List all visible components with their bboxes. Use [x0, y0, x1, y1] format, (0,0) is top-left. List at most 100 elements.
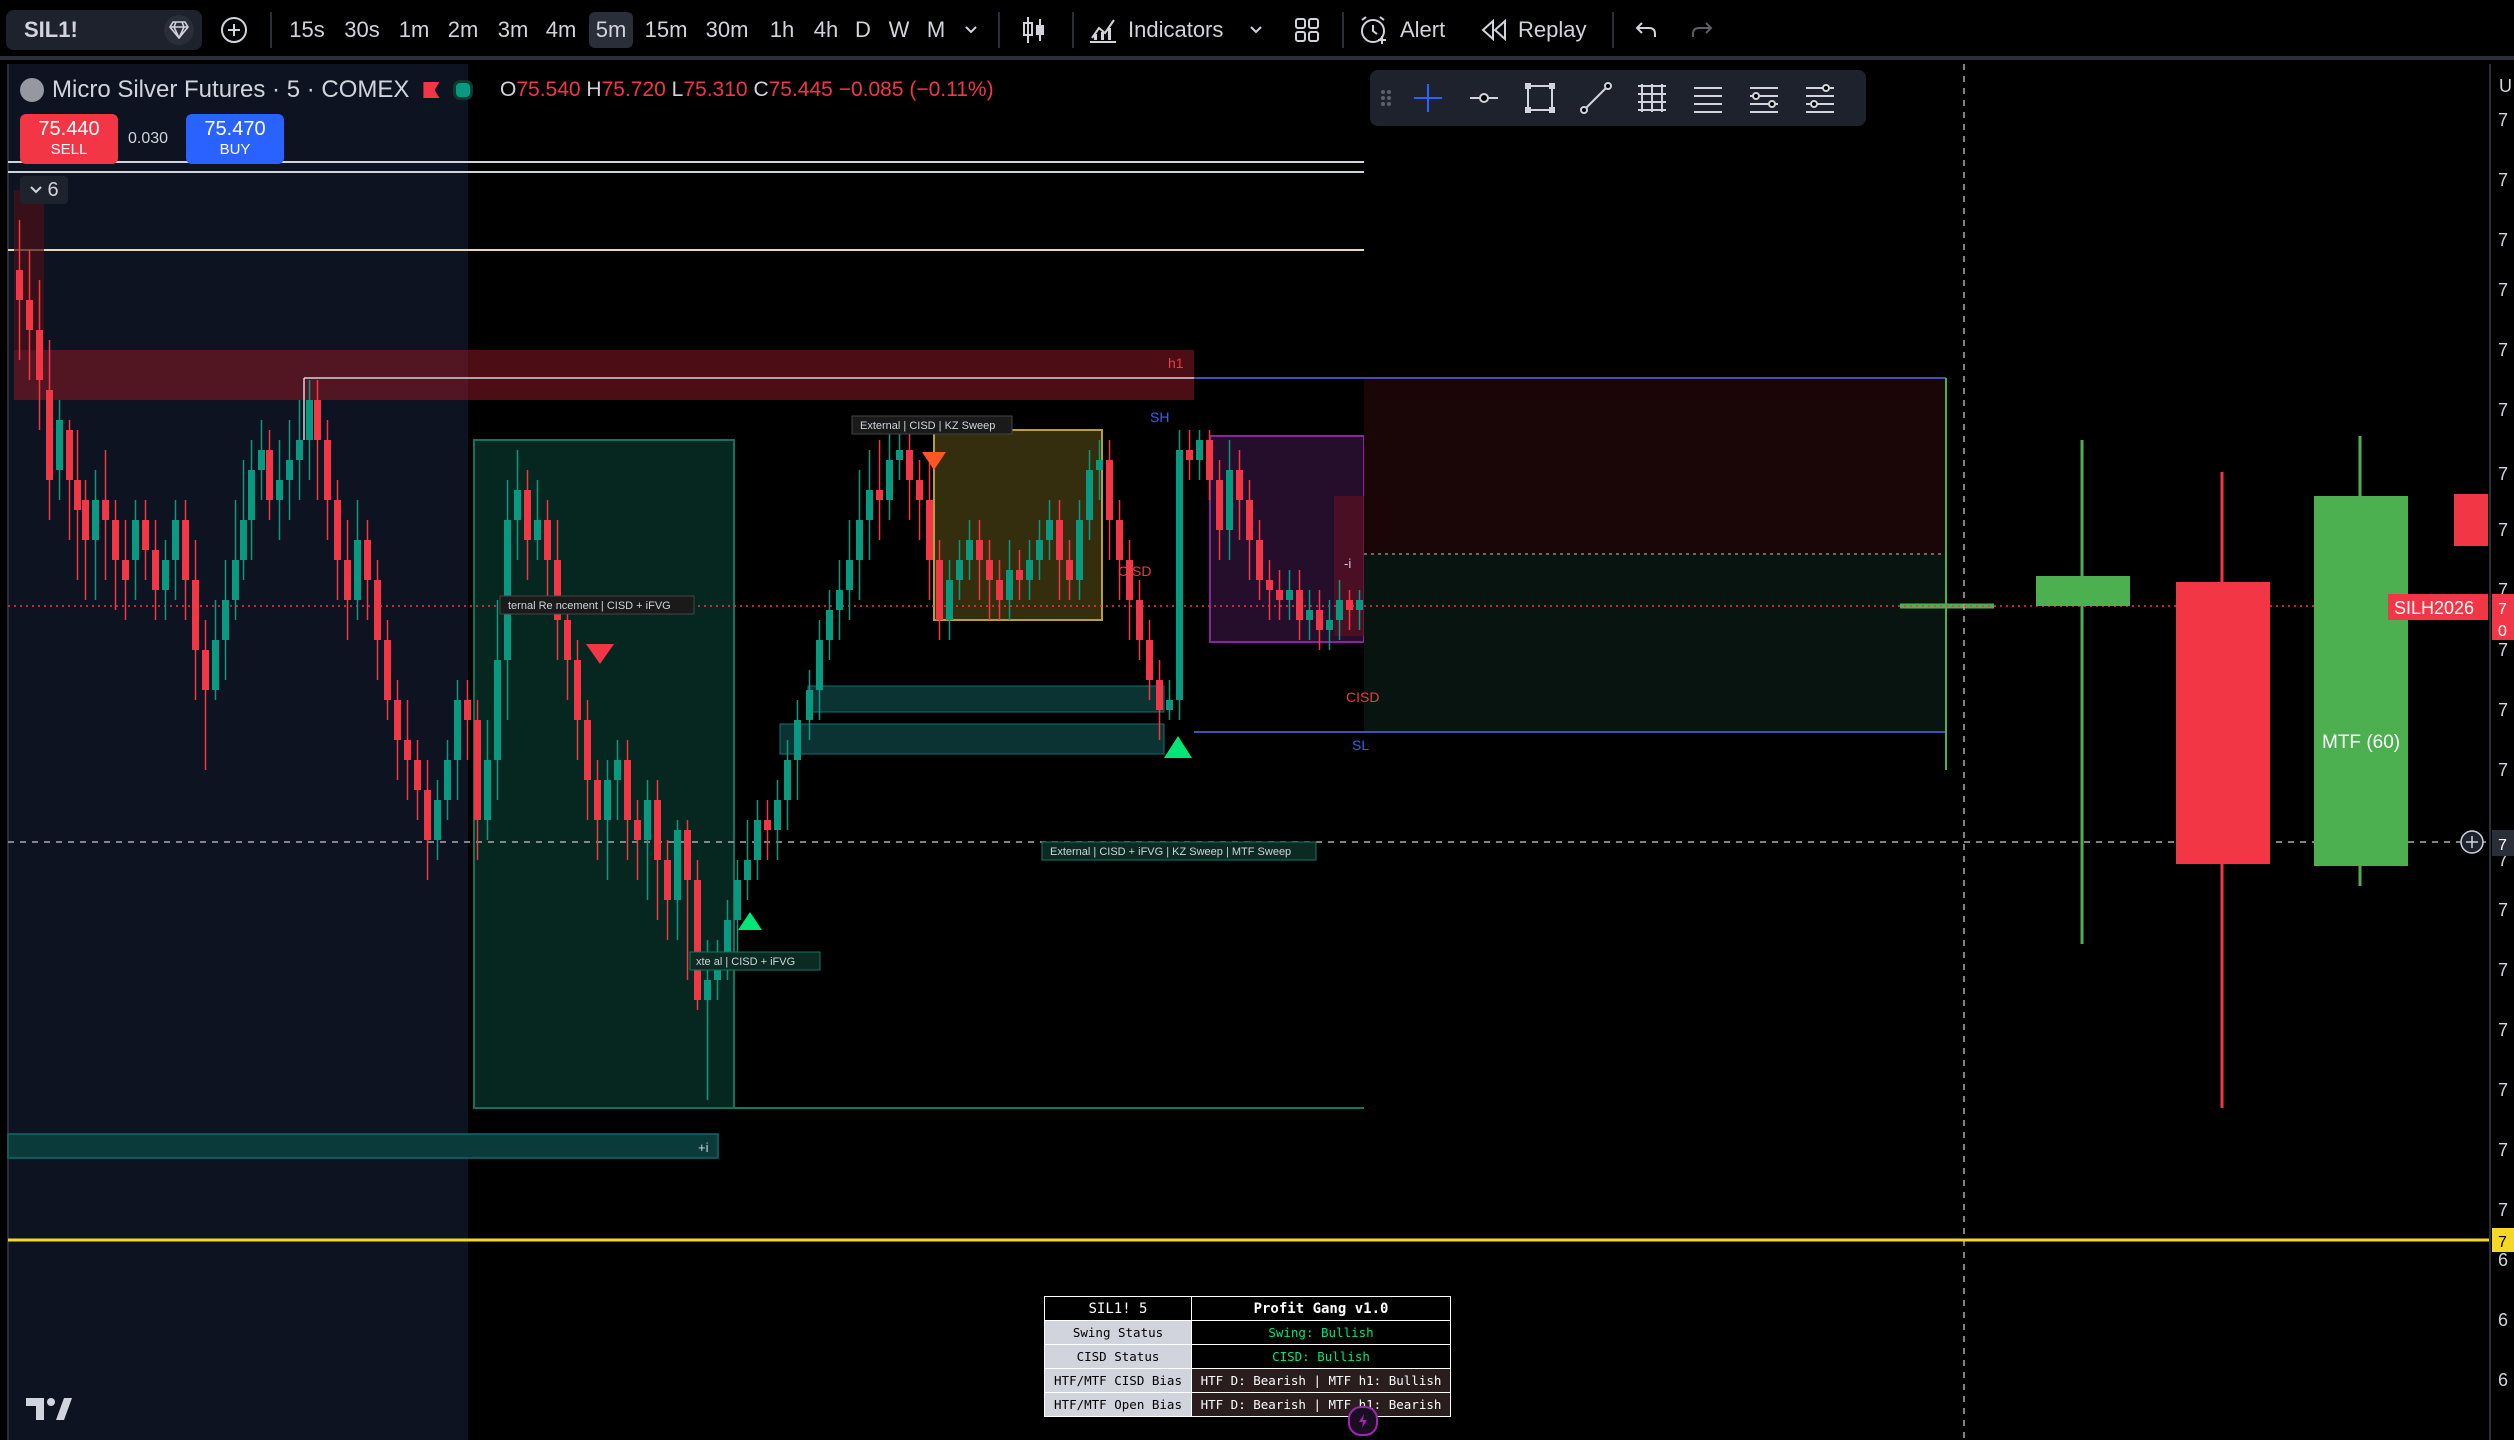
last-price-tag-text: 7 — [2498, 601, 2507, 618]
price-scale-label: 7 — [2498, 900, 2508, 920]
candle-body — [306, 400, 313, 440]
lightning-icon[interactable] — [1348, 1406, 1378, 1436]
candle-body — [674, 830, 681, 900]
price-scale-label: 6 — [2498, 1370, 2508, 1390]
candle-body — [240, 520, 247, 560]
candle-body — [534, 520, 541, 540]
candle-body — [364, 540, 371, 580]
undo-icon[interactable] — [1628, 12, 1664, 48]
candle-body — [66, 430, 73, 480]
candle-body — [684, 830, 691, 880]
candle-body — [212, 640, 219, 690]
price-scale-label: 7 — [2498, 640, 2508, 660]
candle-body — [162, 560, 169, 590]
spread-value: 0.030 — [128, 130, 169, 147]
timeframe-30m[interactable]: 30m — [700, 12, 754, 48]
diamond-icon[interactable] — [164, 15, 194, 45]
table-row: CISD Status CISD: Bullish — [1044, 1344, 1451, 1369]
timeframe-5m[interactable]: 5m — [589, 12, 633, 48]
price-scale-label: 7 — [2498, 464, 2508, 484]
timeframe-1m[interactable]: 1m — [394, 12, 434, 48]
candle-body — [1316, 610, 1323, 630]
candle-body — [1006, 570, 1013, 600]
table-row: Swing Status Swing: Bullish — [1044, 1320, 1451, 1345]
candle-body — [754, 820, 761, 860]
candle-body — [296, 440, 303, 460]
tradingview-logo-icon — [26, 1398, 72, 1420]
layout-grid-icon[interactable] — [1290, 12, 1324, 48]
annotation-text: xte al | CISD + iFVG — [696, 956, 795, 968]
candle-body — [906, 450, 913, 480]
timeframe-3m[interactable]: 3m — [492, 12, 534, 48]
timeframe-dropdown-chevron-down-icon[interactable] — [958, 12, 984, 48]
sh-label: SH — [1150, 409, 1169, 425]
candle-body — [1306, 610, 1313, 620]
timeframe-1h[interactable]: 1h — [762, 12, 802, 48]
timeframe-15s[interactable]: 15s — [284, 12, 330, 48]
redo-icon[interactable] — [1684, 12, 1720, 48]
indicators-label: Indicators — [1128, 17, 1224, 42]
timeframe-m[interactable]: M — [922, 12, 950, 48]
candle-body — [1256, 540, 1263, 580]
candle-body — [112, 520, 119, 560]
timeframe-d[interactable]: D — [850, 12, 876, 48]
candle-body — [374, 580, 381, 640]
top-toolbar: SIL1! 15s 30s 1m 2m 3m 4m 5m 15m 30m 1h … — [0, 0, 2514, 60]
candle-body — [122, 560, 129, 580]
crosshair-price-tag-text: 7 — [2498, 837, 2507, 854]
candle-body — [784, 760, 791, 800]
candle-body — [182, 520, 189, 580]
candle-body — [704, 980, 711, 1000]
price-scale-label: 7 — [2498, 1140, 2508, 1160]
sell-button[interactable]: 75.440 SELL — [20, 114, 118, 164]
ifvg-marker: +i — [698, 1140, 709, 1155]
replay-button[interactable]: Replay — [1480, 12, 1600, 48]
timeframe-2m[interactable]: 2m — [442, 12, 484, 48]
alert-button[interactable]: Alert — [1358, 12, 1458, 48]
flag-icon[interactable] — [423, 82, 440, 98]
h1-label: h1 — [1168, 355, 1184, 371]
timeframe-4m[interactable]: 4m — [540, 12, 582, 48]
candle-body — [494, 660, 501, 760]
indicators-button[interactable]: Indicators — [1088, 12, 1288, 48]
price-scale-label: 7 — [2498, 1020, 2508, 1040]
buy-button[interactable]: 75.470 BUY — [186, 114, 284, 164]
timeframe-30s[interactable]: 30s — [336, 12, 388, 48]
candle-body — [1326, 620, 1333, 630]
timeframe-4h[interactable]: 4h — [806, 12, 846, 48]
candle-body — [384, 640, 391, 700]
table-header-right: Profit Gang v1.0 — [1191, 1296, 1451, 1321]
toolbar-separator — [1612, 12, 1614, 48]
candle-body — [222, 600, 229, 640]
candle-body — [794, 720, 801, 760]
candle-body — [876, 490, 883, 500]
status-table: SIL1! 5 Profit Gang v1.0 Swing Status Sw… — [1044, 1296, 1451, 1417]
candle-body — [132, 520, 139, 560]
candle-type-icon[interactable] — [1014, 12, 1054, 48]
candle-body — [1356, 600, 1363, 610]
sl-label: SL — [1352, 737, 1369, 753]
timeframe-w[interactable]: W — [884, 12, 914, 48]
price-scale-label: 7 — [2498, 400, 2508, 420]
symbol-search-button[interactable]: SIL1! — [6, 10, 202, 50]
candle-body — [1206, 440, 1213, 480]
market-status-icon[interactable] — [453, 80, 474, 100]
indicators-collapse-button[interactable]: 6 — [20, 176, 68, 204]
liquidity-zone-bear — [14, 350, 1194, 400]
fvg-zone — [807, 685, 1165, 713]
price-scale-label: 7 — [2498, 700, 2508, 720]
candle-body — [248, 470, 255, 520]
candle-body — [1186, 450, 1193, 460]
candle-body — [634, 820, 641, 840]
candle-body — [624, 760, 631, 820]
candle-body — [614, 760, 621, 780]
candle-body — [774, 800, 781, 830]
price-chart[interactable]: h1 SH SL CISD CISD -i +i External | CISD… — [0, 64, 2514, 1440]
add-symbol-icon[interactable] — [216, 12, 252, 48]
candle-body — [1166, 700, 1173, 710]
chart-pane[interactable]: h1 SH SL CISD CISD -i +i External | CISD… — [0, 64, 2514, 1440]
annotation-text: External | CISD | KZ Sweep — [860, 420, 995, 432]
timeframe-15m[interactable]: 15m — [640, 12, 692, 48]
candle-body — [544, 520, 551, 560]
symbol-description: Micro Silver Futures · 5 · COMEX — [52, 76, 410, 103]
